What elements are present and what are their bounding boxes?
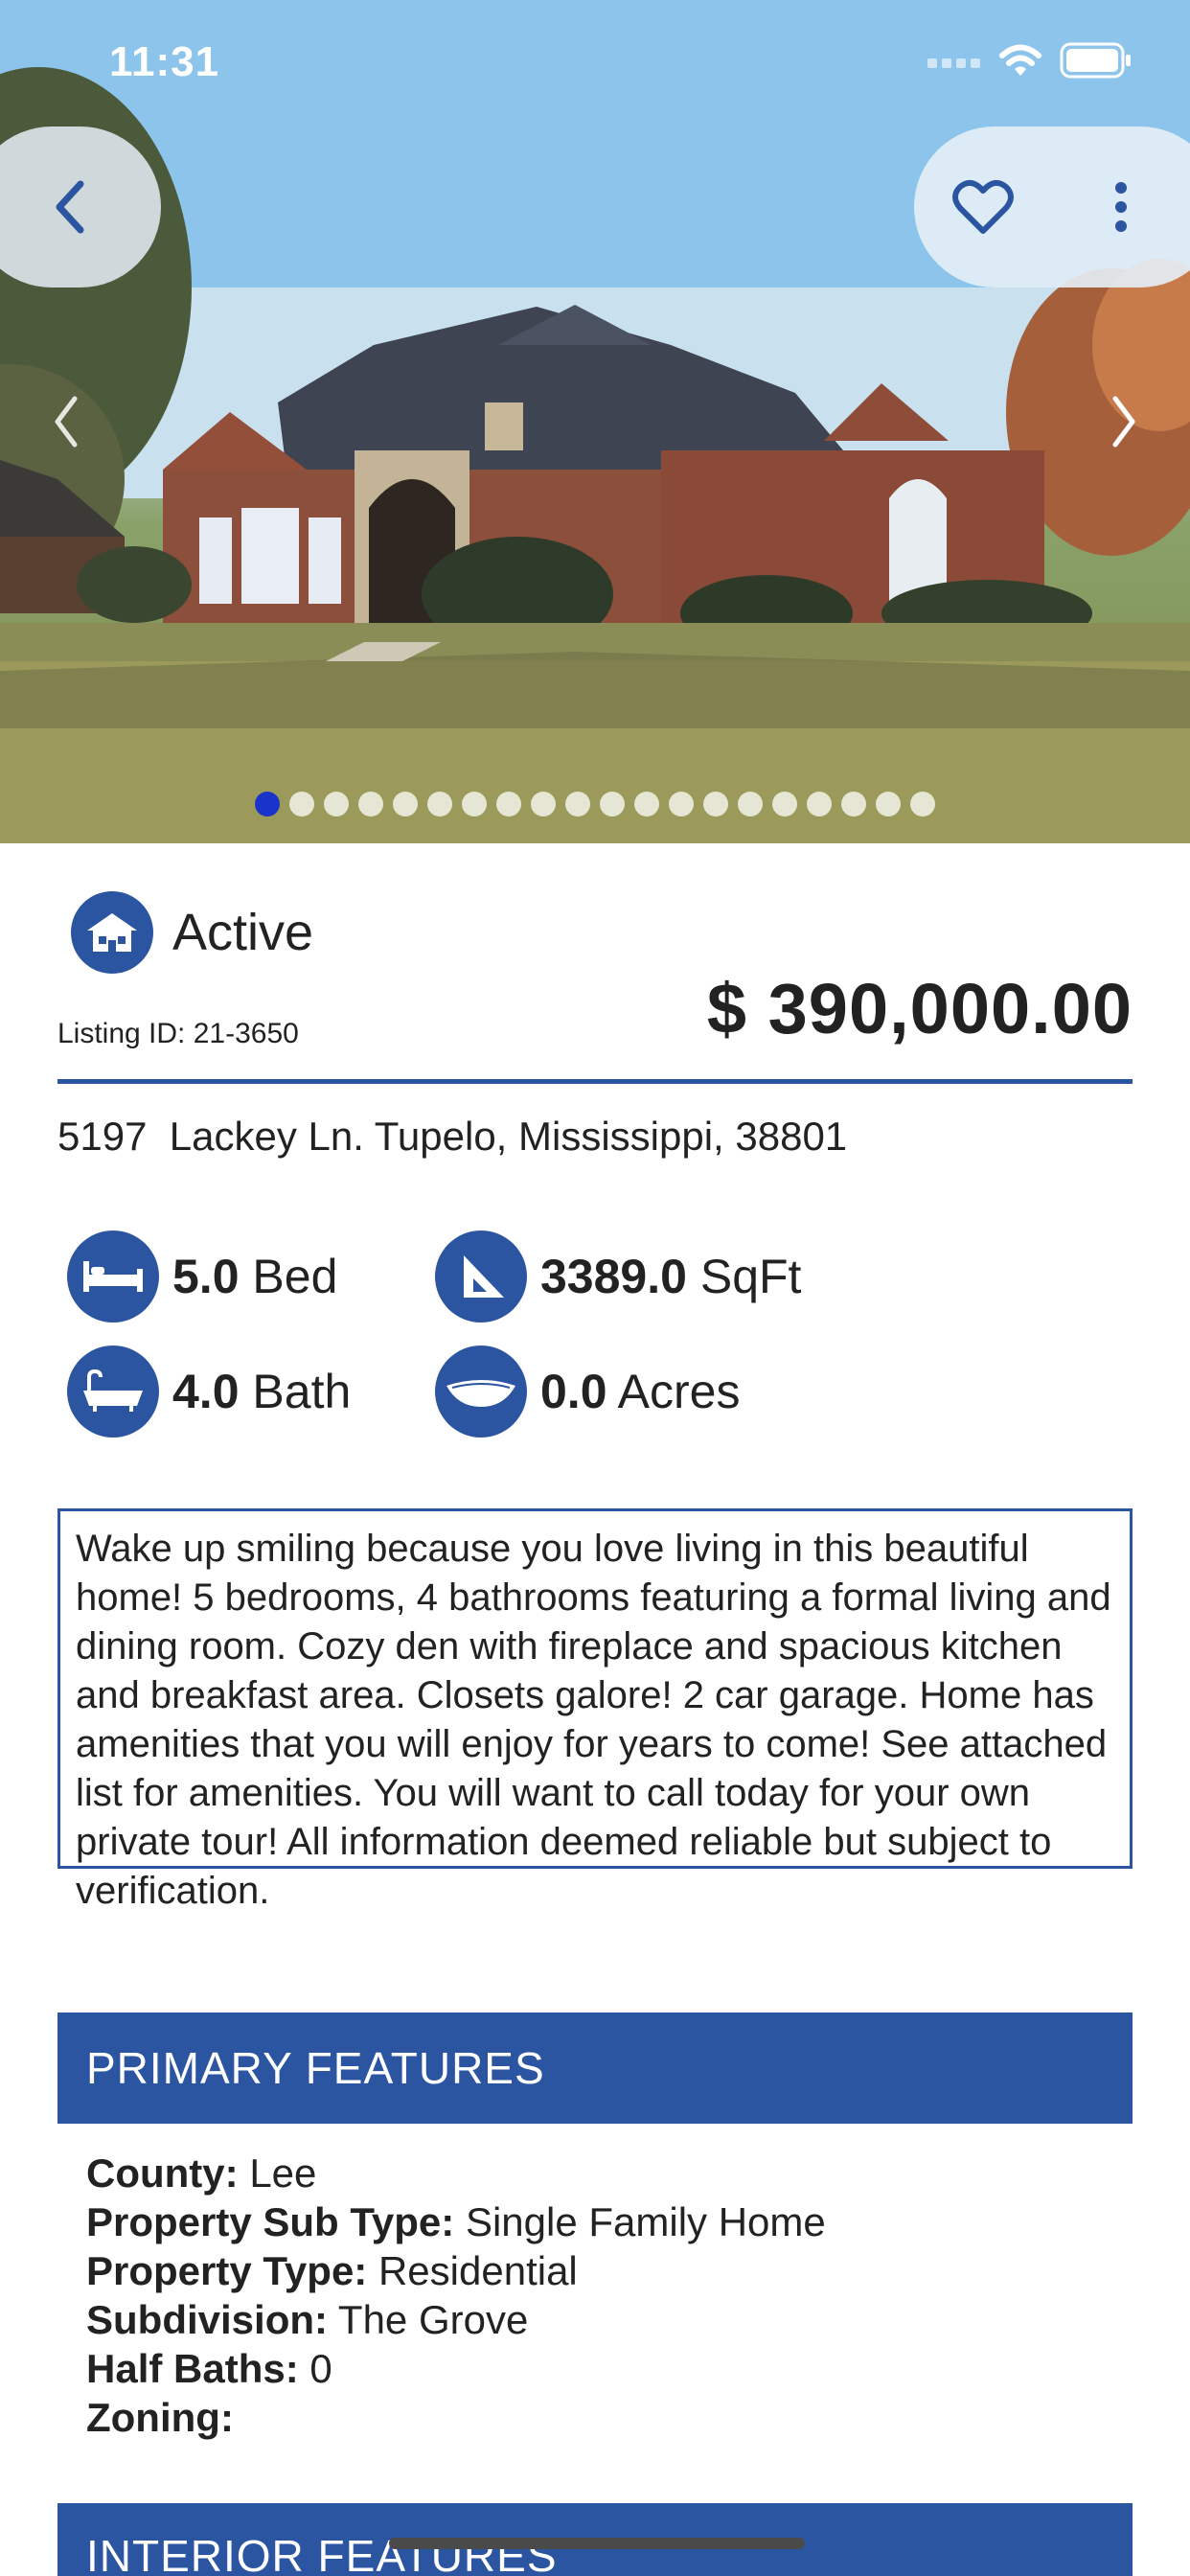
back-button[interactable]	[38, 169, 100, 245]
bath-label: Bath	[252, 1365, 352, 1418]
carousel-dot[interactable]	[738, 792, 763, 816]
bath-value: 4.0	[172, 1365, 240, 1418]
carousel-dot[interactable]	[358, 792, 383, 816]
carousel-dot[interactable]	[634, 792, 659, 816]
previous-photo-button[interactable]	[42, 383, 90, 460]
listing-address: 5197 Lackey Ln. Tupelo, Mississippi, 388…	[57, 1114, 848, 1159]
more-vertical-icon	[1115, 182, 1127, 232]
feature-row: County: Lee	[86, 2149, 826, 2197]
stat-square-feet: 3389.0 SqFt	[435, 1230, 801, 1322]
listing-id: Listing ID: 21-3650	[57, 1018, 299, 1049]
home-indicator[interactable]	[389, 2538, 805, 2549]
carousel-page-indicator[interactable]	[0, 792, 1190, 816]
carousel-dot[interactable]	[255, 792, 280, 816]
listing-price: $ 390,000.00	[706, 969, 1133, 1048]
cellular-signal-icon	[927, 58, 980, 68]
feature-label: County:	[86, 2150, 239, 2196]
acres-value: 0.0	[540, 1365, 607, 1418]
carousel-dot[interactable]	[324, 792, 349, 816]
status-time: 11:31	[109, 38, 220, 85]
feature-row: Property Type: Residential	[86, 2246, 826, 2295]
sqft-label: SqFt	[699, 1250, 802, 1303]
bed-icon	[67, 1230, 159, 1322]
carousel-dot[interactable]	[496, 792, 521, 816]
section-primary-features[interactable]: PRIMARY FEATURES	[57, 2012, 1133, 2124]
carousel-dot[interactable]	[910, 792, 935, 816]
feature-value: 0	[309, 2346, 332, 2391]
carousel-dot[interactable]	[703, 792, 728, 816]
status-icons	[927, 42, 1133, 79]
house-icon	[71, 891, 153, 974]
bed-label: Bed	[252, 1250, 338, 1303]
favorite-button[interactable]	[949, 172, 1018, 242]
carousel-dot[interactable]	[600, 792, 625, 816]
more-options-button[interactable]	[1102, 172, 1140, 242]
feature-row: Half Baths: 0	[86, 2344, 826, 2393]
heart-icon	[952, 179, 1014, 234]
carousel-dot[interactable]	[841, 792, 866, 816]
feature-value: The Grove	[337, 2297, 529, 2342]
divider	[57, 1079, 1133, 1084]
feature-value: Lee	[249, 2150, 317, 2196]
carousel-dot[interactable]	[772, 792, 797, 816]
acres-label: Acres	[617, 1365, 741, 1418]
feature-row: Property Sub Type: Single Family Home	[86, 2197, 826, 2246]
property-photo-carousel[interactable]: 11:31	[0, 0, 1190, 843]
carousel-dot[interactable]	[289, 792, 314, 816]
status-label: Active	[172, 904, 314, 961]
chevron-right-icon	[1112, 396, 1135, 448]
battery-icon	[1060, 42, 1131, 79]
chevron-left-icon	[56, 180, 84, 234]
carousel-dot[interactable]	[531, 792, 556, 816]
bathtub-icon	[67, 1346, 159, 1438]
feature-value: Residential	[378, 2248, 578, 2293]
feature-label: Property Sub Type:	[86, 2199, 455, 2244]
carousel-dot[interactable]	[393, 792, 418, 816]
feature-value: Single Family Home	[465, 2199, 826, 2244]
feature-row: Zoning:	[86, 2393, 826, 2442]
feature-row: Subdivision: The Grove	[86, 2295, 826, 2344]
wifi-icon	[999, 44, 1041, 76]
sqft-value: 3389.0	[540, 1250, 687, 1303]
primary-features-list: County: Lee Property Sub Type: Single Fam…	[86, 2149, 826, 2442]
stat-bedrooms: 5.0 Bed	[67, 1230, 337, 1322]
carousel-dot[interactable]	[876, 792, 901, 816]
carousel-dot[interactable]	[565, 792, 590, 816]
set-square-icon	[435, 1230, 527, 1322]
feature-label: Subdivision:	[86, 2297, 328, 2342]
chevron-left-icon	[55, 396, 78, 448]
stat-bathrooms: 4.0 Bath	[67, 1346, 351, 1438]
listing-description: Wake up smiling because you love living …	[57, 1508, 1133, 1912]
bed-value: 5.0	[172, 1250, 240, 1303]
carousel-dot[interactable]	[462, 792, 487, 816]
status-bar: 11:31	[0, 0, 1190, 126]
carousel-dot[interactable]	[807, 792, 832, 816]
stat-acres: 0.0 Acres	[435, 1346, 740, 1438]
carousel-dot[interactable]	[669, 792, 694, 816]
listing-status: Active	[71, 891, 313, 974]
carousel-dot[interactable]	[427, 792, 452, 816]
feature-label: Half Baths:	[86, 2346, 299, 2391]
land-icon	[435, 1346, 527, 1438]
next-photo-button[interactable]	[1100, 383, 1148, 460]
feature-label: Property Type:	[86, 2248, 368, 2293]
feature-label: Zoning:	[86, 2395, 234, 2440]
